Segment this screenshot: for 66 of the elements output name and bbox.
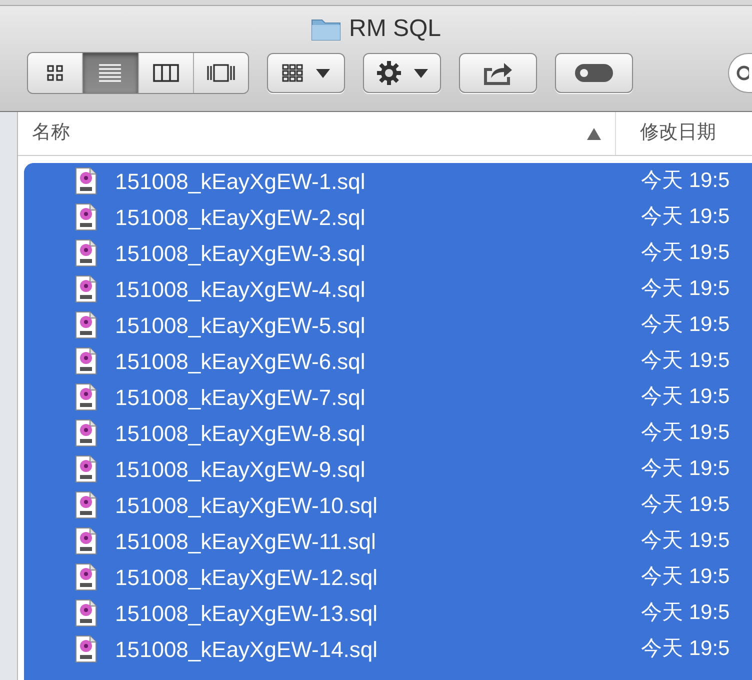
modified-date: 今天 19:5 xyxy=(641,528,731,554)
sql-file-icon xyxy=(75,203,97,231)
caret-icon xyxy=(414,68,428,78)
column-header[interactable]: 名称 xyxy=(18,112,616,155)
sql-file-icon xyxy=(75,491,97,519)
pill-icon xyxy=(574,63,614,83)
folder-icon xyxy=(310,17,341,41)
column-header[interactable]: 修改日期 xyxy=(616,112,752,155)
search-field[interactable] xyxy=(728,53,752,93)
modified-date: 今天 19:5 xyxy=(641,276,731,302)
sql-file-icon xyxy=(75,527,97,555)
sql-file-icon xyxy=(75,599,97,627)
file-name: 151008_kEayXgEW-8.sql xyxy=(115,420,366,448)
file-name: 151008_kEayXgEW-11.sql xyxy=(115,528,377,556)
sql-file-icon xyxy=(75,563,97,591)
view-button[interactable] xyxy=(83,53,138,93)
sql-file-icon xyxy=(75,419,97,447)
columns-icon xyxy=(152,63,179,83)
arrange-button[interactable] xyxy=(267,53,345,93)
search-icon xyxy=(735,64,749,82)
settings-icon xyxy=(376,60,402,86)
caret-icon xyxy=(316,68,330,78)
share-button[interactable] xyxy=(459,53,537,93)
sort-arrow-icon xyxy=(587,128,601,140)
file-name: 151008_kEayXgEW-12.sql xyxy=(115,564,379,592)
sql-file-icon xyxy=(75,635,97,663)
sql-file-icon xyxy=(75,239,97,267)
sql-file-icon xyxy=(75,311,97,339)
file-name: 151008_kEayXgEW-13.sql xyxy=(115,600,379,628)
view-button[interactable] xyxy=(194,53,248,93)
file-name: 151008_kEayXgEW-3.sql xyxy=(115,240,366,268)
modified-date: 今天 19:5 xyxy=(641,384,731,410)
modified-date: 今天 19:5 xyxy=(641,420,731,446)
sql-file-icon xyxy=(75,455,97,483)
file-name: 151008_kEayXgEW-4.sql xyxy=(115,276,366,304)
cover-flow-icon xyxy=(206,63,236,83)
file-name: 151008_kEayXgEW-9.sql xyxy=(115,456,366,484)
sql-file-icon xyxy=(75,275,97,303)
grid-icon xyxy=(46,64,64,82)
modified-date: 今天 19:5 xyxy=(641,312,731,338)
file-name: 151008_kEayXgEW-6.sql xyxy=(115,348,366,376)
file-name: 151008_kEayXgEW-1.sql xyxy=(115,168,366,196)
list-icon xyxy=(98,63,122,83)
file-name: 151008_kEayXgEW-2.sql xyxy=(115,204,366,232)
grid-icon xyxy=(282,64,304,82)
file-name: 151008_kEayXgEW-7.sql xyxy=(115,384,366,412)
modified-date: 今天 19:5 xyxy=(641,348,731,374)
modified-date: 今天 19:5 xyxy=(641,240,731,266)
file-name: 151008_kEayXgEW-14.sql xyxy=(115,636,379,664)
modified-date: 今天 19:5 xyxy=(641,564,731,590)
modified-date: 今天 19:5 xyxy=(641,600,731,626)
file-name: 151008_kEayXgEW-10.sql xyxy=(115,492,379,520)
window-title: RM SQL xyxy=(348,14,441,44)
modified-date: 今天 19:5 xyxy=(641,456,731,482)
view-button[interactable] xyxy=(138,53,194,93)
view-button[interactable] xyxy=(28,53,84,93)
modified-date: 今天 19:5 xyxy=(641,204,731,230)
sql-file-icon xyxy=(75,383,97,411)
modified-date: 今天 19:5 xyxy=(641,492,731,518)
sql-file-icon xyxy=(75,167,97,195)
toggle-button[interactable] xyxy=(555,53,633,93)
sql-file-icon xyxy=(75,347,97,375)
modified-date: 今天 19:5 xyxy=(641,636,731,662)
modified-date: 今天 19:5 xyxy=(641,168,731,194)
file-name: 151008_kEayXgEW-5.sql xyxy=(115,312,366,340)
action-button[interactable] xyxy=(363,53,441,93)
